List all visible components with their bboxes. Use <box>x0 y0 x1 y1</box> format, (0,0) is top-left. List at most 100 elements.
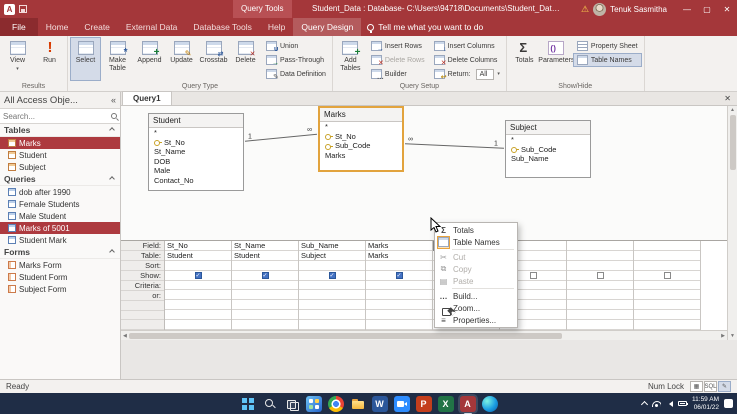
nav-item-subject-form[interactable]: Subject Form <box>0 283 120 295</box>
grid-empty-cell[interactable] <box>165 320 231 330</box>
close-button[interactable]: ✕ <box>717 0 737 18</box>
horizontal-scrollbar[interactable] <box>121 330 727 340</box>
grid-empty-cell[interactable] <box>634 320 700 330</box>
grid-show-cell[interactable] <box>366 271 432 281</box>
grid-or-cell[interactable] <box>366 290 432 300</box>
search-input[interactable] <box>3 112 109 121</box>
grid-table-cell[interactable]: Subject <box>299 251 365 261</box>
grid-table-cell[interactable] <box>634 251 700 261</box>
table-field-sub-code[interactable]: Sub_Code <box>506 145 590 155</box>
nav-item-student-form[interactable]: Student Form <box>0 271 120 283</box>
grid-or-cell[interactable] <box>567 290 633 300</box>
grid-empty-cell[interactable] <box>232 320 298 330</box>
grid-empty-cell[interactable] <box>232 310 298 320</box>
property-sheet-button[interactable]: Property Sheet <box>573 39 642 53</box>
grid-show-cell[interactable] <box>299 271 365 281</box>
grid-table-cell[interactable]: Marks <box>366 251 432 261</box>
grid-sort-cell[interactable] <box>634 261 700 271</box>
search-icon[interactable] <box>262 396 278 412</box>
show-checkbox[interactable] <box>195 272 202 279</box>
nav-item-marks-of-5001[interactable]: Marks of 5001 <box>0 222 120 234</box>
ribbon-tab-create[interactable]: Create <box>76 18 118 36</box>
grid-empty-cell[interactable] <box>299 320 365 330</box>
grid-field-cell[interactable] <box>567 241 633 251</box>
grid-empty-cell[interactable] <box>165 310 231 320</box>
tell-me-box[interactable]: Tell me what you want to do <box>367 18 483 36</box>
chrome-icon[interactable] <box>328 396 344 412</box>
grid-criteria-cell[interactable] <box>567 281 633 291</box>
table-box-subject[interactable]: Subject*Sub_CodeSub_Name <box>505 120 591 178</box>
horizontal-scroll-thumb[interactable] <box>129 333 562 339</box>
datasheet-view-icon[interactable]: ▦ <box>690 381 703 392</box>
nav-item-subject[interactable]: Subject <box>0 161 120 173</box>
table-field-marks[interactable]: Marks <box>320 151 402 161</box>
make-table-button[interactable]: Make Table <box>102 37 133 81</box>
insert-columns-button[interactable]: Insert Columns <box>430 39 504 53</box>
grid-show-cell[interactable] <box>165 271 231 281</box>
show-checkbox[interactable] <box>597 272 604 279</box>
add-tables-button[interactable]: Add Tables <box>335 37 366 81</box>
grid-field-cell[interactable]: St_Name <box>232 241 298 251</box>
context-menu-item-table-names[interactable]: Table Names <box>436 236 516 248</box>
table-field-male[interactable]: Male <box>149 166 243 176</box>
grid-criteria-cell[interactable] <box>165 281 231 291</box>
user-name[interactable]: Tenuk Sasmitha <box>610 5 667 14</box>
grid-field-cell[interactable]: Marks <box>366 241 432 251</box>
return-dropdown[interactable]: All <box>476 69 495 80</box>
design-view-icon[interactable]: ✎ <box>718 381 731 392</box>
grid-table-cell[interactable] <box>567 251 633 261</box>
ribbon-tab-database-tools[interactable]: Database Tools <box>185 18 259 36</box>
vertical-scroll-thumb[interactable] <box>730 115 736 170</box>
table-field-[interactable]: * <box>320 122 402 132</box>
delete-columns-button[interactable]: Delete Columns <box>430 53 504 67</box>
collapse-pane-icon[interactable] <box>111 95 116 105</box>
grid-show-cell[interactable] <box>567 271 633 281</box>
run-button[interactable]: Run <box>34 37 65 81</box>
grid-or-cell[interactable] <box>232 290 298 300</box>
nav-item-student-mark[interactable]: Student Mark <box>0 234 120 246</box>
grid-or-cell[interactable] <box>165 290 231 300</box>
grid-criteria-cell[interactable] <box>232 281 298 291</box>
table-box-marks[interactable]: Marks*St_NoSub_CodeMarks <box>318 106 404 172</box>
grid-sort-cell[interactable] <box>299 261 365 271</box>
grid-table-cell[interactable]: Student <box>165 251 231 261</box>
nav-item-female-students[interactable]: Female Students <box>0 198 120 210</box>
tray-chevron-icon[interactable] <box>641 401 648 408</box>
grid-empty-cell[interactable] <box>567 320 633 330</box>
word-icon[interactable]: W <box>372 396 388 412</box>
append-button[interactable]: Append <box>134 37 165 81</box>
grid-field-cell[interactable]: Sub_Name <box>299 241 365 251</box>
nav-section-queries[interactable]: Queries <box>0 173 120 186</box>
table-field-st-no[interactable]: St_No <box>320 132 402 142</box>
grid-empty-cell[interactable] <box>366 300 432 310</box>
zoom-icon[interactable] <box>394 396 410 412</box>
wifi-icon[interactable] <box>652 401 661 407</box>
grid-empty-cell[interactable] <box>634 310 700 320</box>
scroll-right-icon[interactable] <box>721 333 725 339</box>
maximize-button[interactable]: ▢ <box>697 0 717 18</box>
grid-show-cell[interactable] <box>634 271 700 281</box>
powerpoint-icon[interactable]: P <box>416 396 432 412</box>
nav-item-marks[interactable]: Marks <box>0 137 120 149</box>
grid-sort-cell[interactable] <box>232 261 298 271</box>
ribbon-tab-external-data[interactable]: External Data <box>118 18 186 36</box>
view-button[interactable]: View▾ <box>2 37 33 81</box>
grid-field-cell[interactable]: St_No <box>165 241 231 251</box>
grid-field-cell[interactable] <box>634 241 700 251</box>
minimize-button[interactable]: — <box>677 0 697 18</box>
totals-button[interactable]: Totals <box>509 37 540 81</box>
ribbon-tab-query-design[interactable]: Query Design <box>293 18 361 36</box>
grid-show-cell[interactable] <box>232 271 298 281</box>
context-menu-item-zoom[interactable]: Zoom... <box>436 302 516 314</box>
grid-empty-cell[interactable] <box>567 310 633 320</box>
grid-criteria-cell[interactable] <box>366 281 432 291</box>
sql-view-icon[interactable]: SQL <box>704 381 717 392</box>
table-field-dob[interactable]: DOB <box>149 157 243 167</box>
access-icon[interactable]: A <box>460 396 476 412</box>
grid-sort-cell[interactable] <box>567 261 633 271</box>
pass-through-button[interactable]: Pass-Through <box>262 53 330 67</box>
table-box-student[interactable]: Student*St_NoSt_NameDOBMaleContact_No <box>148 113 244 191</box>
scroll-left-icon[interactable] <box>123 333 127 339</box>
alert-icon[interactable] <box>581 0 589 18</box>
close-document-icon[interactable] <box>718 94 737 103</box>
